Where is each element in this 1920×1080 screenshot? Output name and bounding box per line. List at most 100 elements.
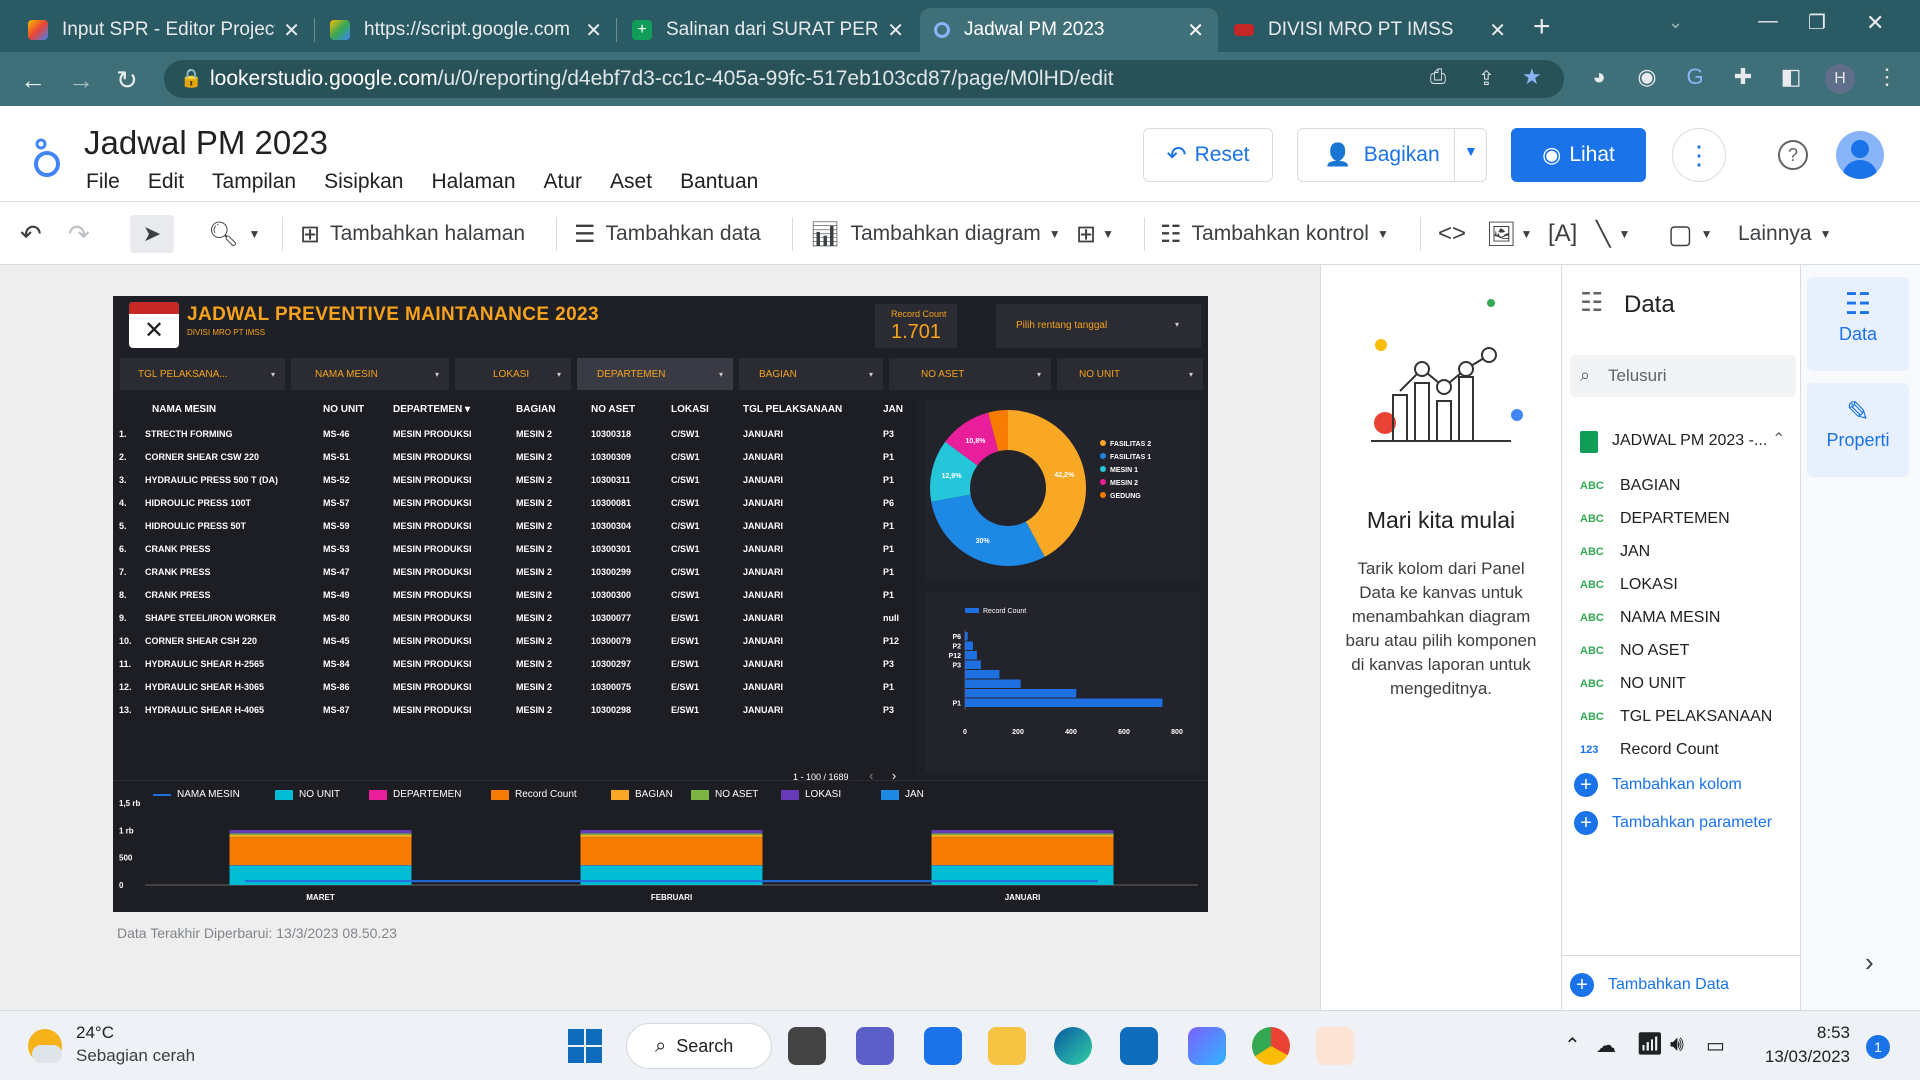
close-tab-icon[interactable]: ✕	[1489, 18, 1506, 43]
translate-extension-icon[interactable]: G	[1681, 64, 1709, 92]
add-control-button[interactable]: ☷ Tambahkan kontrol ▼	[1160, 215, 1389, 253]
legend-item[interactable]: NAMA MESIN	[153, 789, 240, 800]
donut-slice[interactable]	[931, 494, 1045, 566]
account-avatar[interactable]	[1836, 131, 1884, 179]
add-data-source-button[interactable]: + Tambahkan Data	[1570, 970, 1770, 1000]
table-row[interactable]: 4. HIDROULIC PRESS 100T MS-57 MESIN PRODUKS…	[113, 492, 913, 515]
table-row[interactable]: 1. STRECTH FORMING MS-46 MESIN PRODUKSI MESI…	[113, 423, 913, 446]
embed-code-icon[interactable]: <>	[1438, 215, 1466, 253]
back-arrow-icon[interactable]: ←	[20, 65, 46, 96]
legend-item[interactable]: BAGIAN	[611, 789, 673, 800]
bar[interactable]	[965, 660, 981, 670]
menu-insert[interactable]: Sisipkan	[324, 170, 403, 194]
data-tab[interactable]: ☷ Data	[1807, 277, 1909, 371]
col-no-aset[interactable]: NO ASET	[591, 404, 635, 415]
teams-chat-icon[interactable]	[856, 1027, 894, 1065]
edge-browser-icon[interactable]	[1054, 1027, 1092, 1065]
filter-bagian[interactable]: BAGIAN ▾	[739, 358, 883, 390]
col-nama-mesin[interactable]: NAMA MESIN	[152, 404, 216, 415]
filter-no-unit[interactable]: NO UNIT ▾	[1057, 358, 1203, 390]
translate-icon[interactable]: ⎙	[1430, 66, 1446, 89]
add-chart-button[interactable]: 📊︎ Tambahkan diagram ▼	[810, 215, 1061, 253]
calendar-app-icon[interactable]	[924, 1027, 962, 1065]
puzzle-extensions-icon[interactable]: ✚	[1729, 64, 1757, 92]
browser-tab-4-active[interactable]: Jadwal PM 2023 ✕	[920, 8, 1218, 52]
legend-item[interactable]: JAN	[881, 789, 924, 800]
share-dropdown-icon[interactable]: ▼	[1464, 143, 1478, 159]
table-row[interactable]: 7. CRANK PRESS MS-47 MESIN PRODUKSI MESIN 2 1…	[113, 561, 913, 584]
shape-rectangle-icon[interactable]: ▢ ▼	[1668, 215, 1712, 253]
chrome-browser-icon[interactable]	[1252, 1027, 1290, 1065]
field-item[interactable]: ABC BAGIAN	[1580, 471, 1680, 501]
col-jan[interactable]: JAN	[883, 404, 903, 415]
schedule-table[interactable]: NAMA MESIN NO UNIT DEPARTEMEN ▾ BAGIAN N…	[113, 399, 916, 783]
stacked-bar-segment[interactable]	[580, 833, 763, 835]
table-row[interactable]: 12. HYDRAULIC SHEAR H-3065 MS-86 MESIN PROD…	[113, 676, 913, 699]
donut-chart-bagian[interactable]: 42,2% 30% 12,9% 10,8% FASILITAS 2 FASILITAS 1…	[925, 399, 1200, 581]
weather-temp[interactable]: 24°C	[76, 1023, 114, 1043]
bar[interactable]	[965, 632, 968, 641]
legend-item[interactable]: LOKASI	[781, 789, 841, 800]
new-tab-button[interactable]: +	[1533, 10, 1551, 44]
side-panel-icon[interactable]: ◧	[1777, 64, 1805, 92]
col-lokasi[interactable]: LOKASI	[671, 404, 709, 415]
date-range-control[interactable]: Pilih rentang tanggal ▾	[996, 304, 1201, 348]
image-icon[interactable]: 🖼︎ ▼	[1486, 215, 1532, 253]
collapse-chevron-icon[interactable]: ⌃	[1772, 429, 1785, 449]
stacked-bar-segment[interactable]	[580, 834, 763, 838]
restore-window-icon[interactable]: ❐	[1808, 10, 1826, 35]
legend-item[interactable]: NO UNIT	[275, 789, 340, 800]
stacked-bar-segment[interactable]	[931, 833, 1114, 835]
wifi-icon[interactable]: 📶︎	[1636, 1031, 1664, 1057]
line-icon[interactable]: ╲ ▼	[1596, 215, 1630, 253]
field-item[interactable]: ABC LOKASI	[1580, 570, 1678, 600]
text-box-icon[interactable]: [A]	[1548, 215, 1577, 253]
close-tab-icon[interactable]: ✕	[1187, 18, 1204, 43]
bar-chart-jan[interactable]: Record Count P6 P2 P12 P3 P1 0 200 400 600 800	[925, 592, 1200, 772]
view-button[interactable]: ◉ Lihat	[1511, 128, 1646, 182]
col-bagian[interactable]: BAGIAN	[516, 404, 555, 415]
bar[interactable]	[965, 641, 973, 651]
more-tools-button[interactable]: Lainnya ▼	[1738, 215, 1831, 253]
bar[interactable]	[965, 679, 1021, 689]
tab-search-icon[interactable]: ⌄	[1668, 12, 1683, 33]
stacked-bar-segment[interactable]	[229, 833, 412, 835]
close-tab-icon[interactable]: ✕	[283, 18, 300, 43]
report-title[interactable]: Jadwal PM 2023	[84, 124, 328, 162]
clock-time[interactable]: 8:53	[1760, 1023, 1850, 1043]
share-button[interactable]: 👤 Bagikan ▼	[1297, 128, 1487, 182]
snipping-tool-icon[interactable]	[1316, 1027, 1354, 1065]
field-item[interactable]: ABC DEPARTEMEN	[1580, 504, 1730, 534]
field-item[interactable]: ABC TGL PELAKSANAAN	[1580, 702, 1772, 732]
field-item[interactable]: ABC NO ASET	[1580, 636, 1689, 666]
select-pointer-icon[interactable]: ➤	[130, 215, 174, 253]
table-row[interactable]: 13. HYDRAULIC SHEAR H-4065 MS-87 MESIN PROD…	[113, 699, 913, 722]
bar[interactable]	[965, 698, 1163, 708]
looker-studio-logo-icon[interactable]	[32, 136, 62, 178]
col-departemen[interactable]: DEPARTEMEN ▾	[393, 404, 470, 415]
kebab-menu-icon[interactable]: ⋮	[1873, 64, 1901, 92]
stacked-bar-segment[interactable]	[931, 834, 1114, 838]
mail-app-icon[interactable]	[1120, 1027, 1158, 1065]
table-row[interactable]: 6. CRANK PRESS MS-53 MESIN PRODUKSI MESIN 2 1…	[113, 538, 913, 561]
stacked-bar-segment[interactable]	[580, 830, 763, 834]
bookmark-star-icon[interactable]: ★	[1522, 64, 1542, 90]
filter-tgl-pelaksanaan[interactable]: TGL PELAKSANA... ▾	[120, 358, 285, 390]
volume-icon[interactable]: 🔊︎	[1670, 1031, 1684, 1057]
stacked-bar-segment[interactable]	[931, 830, 1114, 834]
table-row[interactable]: 5. HIDROULIC PRESS 50T MS-59 MESIN PRODUKSI…	[113, 515, 913, 538]
field-search-input[interactable]: ⌕ Telusuri	[1570, 355, 1796, 397]
reload-icon[interactable]: ↻	[116, 65, 138, 96]
field-item[interactable]: ABC NAMA MESIN	[1580, 603, 1720, 633]
record-count-scorecard[interactable]: Record Count 1.701	[875, 304, 957, 348]
show-hidden-icons-icon[interactable]: ⌃	[1564, 1033, 1581, 1058]
browser-tab-5[interactable]: DIVISI MRO PT IMSS ✕	[1220, 8, 1520, 52]
zoom-icon[interactable]: 🔍︎ ▼	[208, 215, 260, 253]
network-cloud-icon[interactable]: ☁	[1596, 1033, 1616, 1058]
field-item[interactable]: ABC NO UNIT	[1580, 669, 1686, 699]
properties-tab[interactable]: ✎ Properti	[1807, 383, 1909, 477]
bar[interactable]	[965, 651, 977, 660]
camera-extension-icon[interactable]: ◉	[1633, 64, 1661, 92]
profile-avatar[interactable]: H	[1825, 64, 1855, 94]
copilot-app-icon[interactable]	[1188, 1027, 1226, 1065]
